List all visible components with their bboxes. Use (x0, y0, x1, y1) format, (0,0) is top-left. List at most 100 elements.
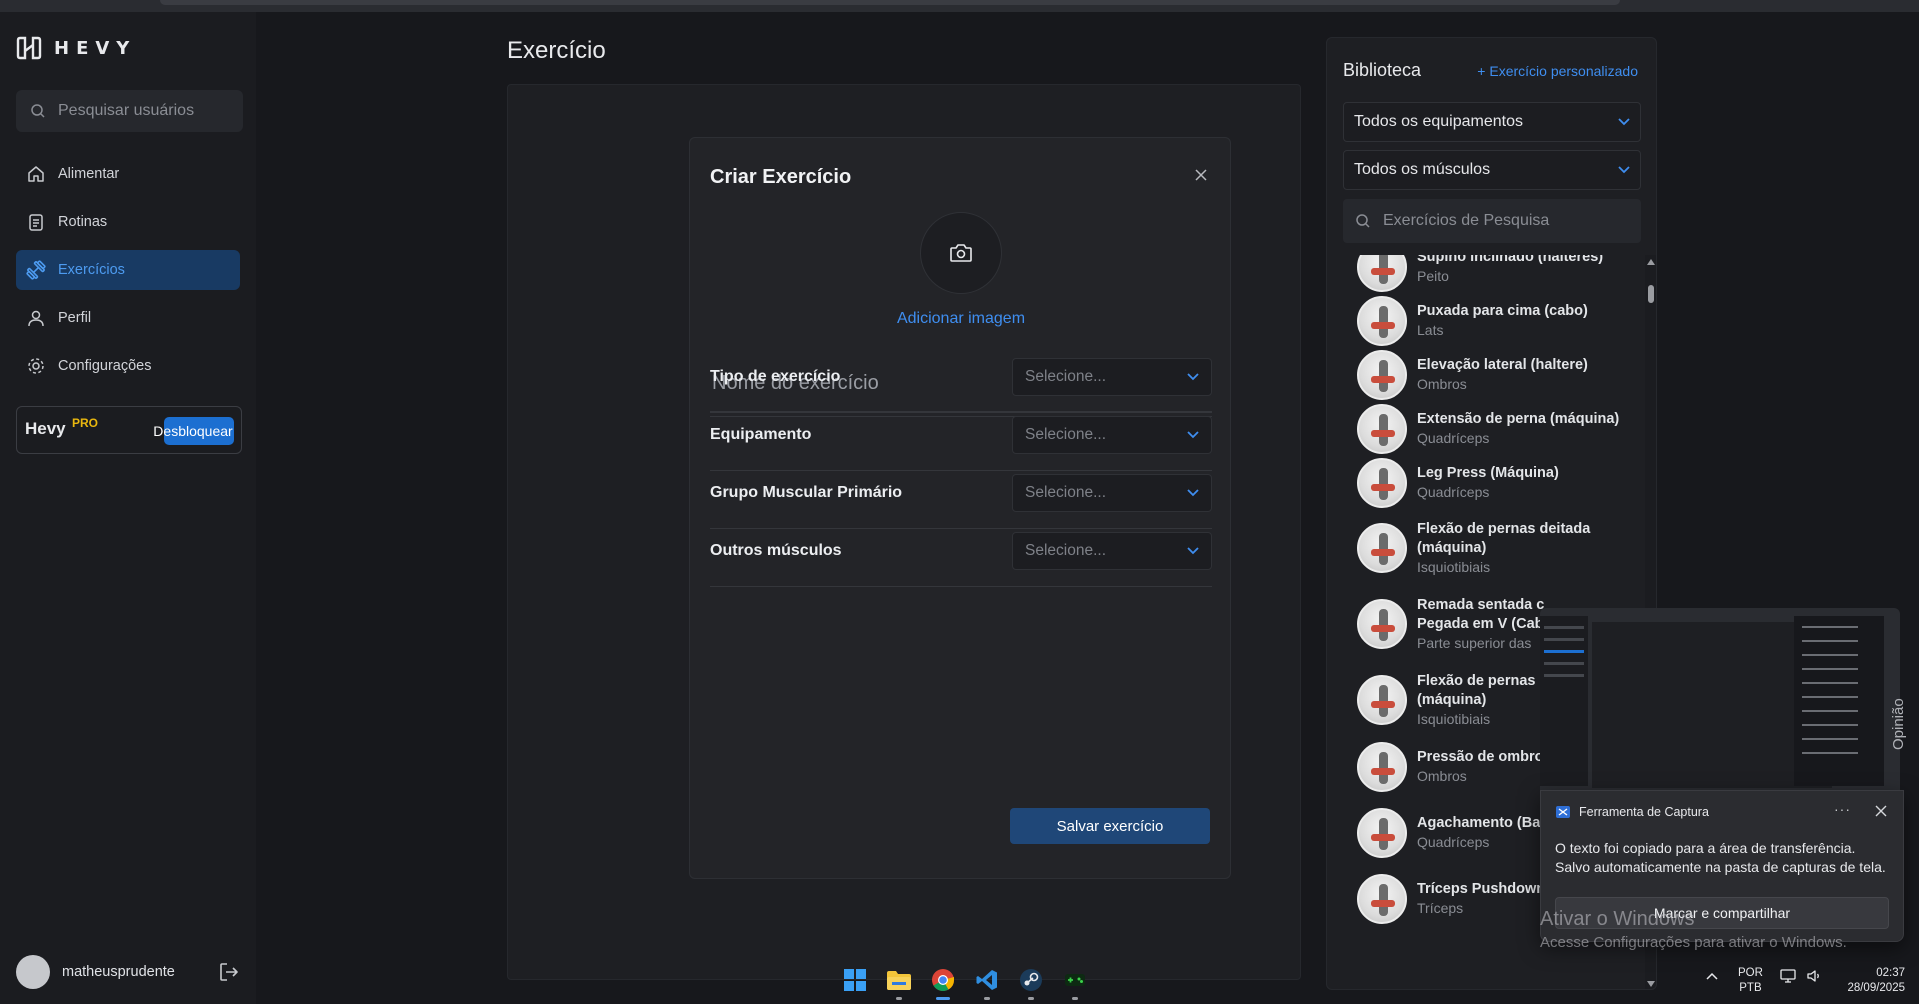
sidebar-item-exercises[interactable]: Exercícios (16, 250, 240, 290)
language-indicator[interactable]: POR PTB (1738, 966, 1763, 996)
exercise-name: Extensão de perna (máquina) (1417, 411, 1620, 427)
list-item[interactable]: Elevação lateral (haltere) Ombros (1357, 347, 1645, 403)
equipment-filter-select[interactable]: Todos os equipamentos (1343, 102, 1641, 142)
other-muscles-select[interactable]: Selecione... (1012, 532, 1212, 570)
sidebar-item-profile[interactable]: Perfil (16, 298, 240, 338)
list-item[interactable]: Supino inclinado (halteres) Peito (1357, 255, 1645, 295)
sidebar-item-label: Perfil (58, 310, 92, 326)
scroll-down-icon[interactable] (1647, 981, 1655, 987)
close-icon[interactable] (1194, 168, 1208, 182)
exercise-muscle: Ombros (1417, 768, 1467, 784)
feedback-tab[interactable]: Opinião (1890, 698, 1907, 750)
exercise-muscle: Ombros (1417, 376, 1467, 392)
sidebar-item-label: Alimentar (58, 166, 120, 182)
preview-line (1802, 710, 1858, 712)
scroll-thumb[interactable] (1648, 285, 1654, 303)
scroll-up-icon[interactable] (1647, 259, 1655, 265)
muscle-filter-select[interactable]: Todos os músculos (1343, 150, 1641, 190)
equipment-label: Equipamento (710, 426, 812, 443)
list-item[interactable]: Leg Press (Máquina) Quadríceps (1357, 455, 1645, 511)
notification-app: Ferramenta de Captura (1555, 805, 1709, 819)
more-options-icon[interactable]: ··· (1834, 801, 1851, 817)
create-exercise-modal: Criar Exercício Adicionar imagem Nome do… (689, 137, 1231, 879)
preview-line (1802, 752, 1858, 754)
sidebar: HEVY Pesquisar usuários Alimentar Rotina… (0, 12, 256, 1004)
save-exercise-button[interactable]: Salvar exercício (1010, 808, 1210, 844)
username[interactable]: matheusprudente (62, 964, 240, 980)
preview-line (1802, 724, 1858, 726)
muscle-filter-value: Todos os músculos (1354, 161, 1491, 178)
preview-line (1802, 640, 1858, 642)
pro-upsell-box: Hevy PRO Desbloquear (16, 406, 242, 454)
windows-start-icon[interactable] (840, 966, 870, 994)
notification-line2: Salvo automaticamente na pasta de captur… (1555, 859, 1886, 875)
pro-badge: PRO (72, 416, 99, 430)
preview-line (1802, 654, 1858, 656)
list-item[interactable]: Puxada para cima (cabo) Lats (1357, 293, 1645, 349)
vscode-icon[interactable] (972, 966, 1002, 1000)
chrome-icon[interactable] (928, 966, 958, 1000)
file-explorer-icon[interactable] (884, 966, 914, 1000)
windows-activation-subtitle: Acesse Configurações para ativar o Windo… (1540, 934, 1847, 951)
logo-text: HEVY (54, 37, 137, 59)
search-users-input[interactable]: Pesquisar usuários (16, 90, 243, 132)
user-icon (28, 310, 44, 327)
steam-logo-icon (1020, 969, 1042, 991)
network-icon[interactable] (1780, 968, 1796, 984)
chevron-down-icon (1187, 547, 1199, 555)
windows-activation-title: Ativar o Windows (1540, 908, 1695, 930)
sidebar-item-label: Rotinas (58, 214, 108, 230)
browser-top-strip (0, 0, 1919, 12)
unlock-button[interactable]: Desbloquear (153, 417, 234, 445)
preview-line (1802, 668, 1858, 670)
sidebar-item-routines[interactable]: Rotinas (16, 202, 240, 242)
sidebar-item-settings[interactable]: Configurações (16, 346, 240, 386)
search-users-placeholder: Pesquisar usuários (58, 102, 195, 119)
exercise-name: Supino inclinado (halteres) (1417, 255, 1604, 265)
exercise-name: Leg Press (Máquina) (1417, 465, 1559, 481)
list-item[interactable]: Flexão de pernas deitada (máquina) Isquiot… (1357, 513, 1645, 583)
logo[interactable]: HEVY (16, 36, 136, 60)
exercise-thumbnail (1357, 523, 1407, 573)
preview-line (1544, 650, 1584, 653)
select-value: Selecione... (1025, 368, 1106, 385)
clock-time: 02:37 (1876, 967, 1905, 979)
exercise-muscle: Quadríceps (1417, 430, 1490, 446)
equipment-select[interactable]: Selecione... (1012, 416, 1212, 454)
steam-icon[interactable] (1016, 966, 1046, 1000)
logout-icon[interactable] (218, 961, 240, 983)
select-value: Selecione... (1025, 426, 1106, 443)
add-image-link[interactable]: Adicionar imagem (690, 310, 1232, 328)
clipboard-icon (29, 214, 43, 231)
sidebar-item-feed[interactable]: Alimentar (16, 154, 240, 194)
preview-line (1544, 662, 1584, 665)
list-item[interactable]: Extensão de perna (máquina) Quadríceps (1357, 401, 1645, 457)
volume-icon[interactable] (1806, 968, 1822, 984)
keyboard-layout: PTB (1739, 982, 1762, 994)
user-row: matheusprudente (16, 954, 240, 990)
custom-exercise-link[interactable]: + Exercício personalizado (1477, 63, 1638, 79)
snipping-tool-icon (1556, 806, 1570, 818)
close-icon[interactable] (1875, 805, 1887, 817)
clock[interactable]: 02:37 28/09/2025 (1835, 966, 1905, 996)
add-image-button[interactable] (920, 212, 1002, 294)
chevron-up-icon[interactable] (1706, 972, 1718, 980)
game-app-icon[interactable] (1060, 966, 1090, 1000)
sidebar-item-label: Exercícios (58, 262, 125, 278)
avatar[interactable] (16, 955, 50, 989)
preview-line (1544, 626, 1584, 629)
exercise-muscle: Peito (1417, 268, 1449, 284)
exercise-name: Elevação lateral (haltere) (1417, 357, 1588, 373)
notification-app-name: Ferramenta de Captura (1579, 805, 1709, 819)
other-muscles-row: Outros músculos Selecione... (710, 516, 1212, 587)
exercise-type-select[interactable]: Selecione... (1012, 358, 1212, 396)
chrome-logo-icon (932, 969, 954, 991)
exercise-search-input[interactable]: Exercícios de Pesquisa (1343, 199, 1641, 243)
capture-preview-thumbnail[interactable] (1540, 608, 1900, 790)
exercise-name-line2: (máquina) (1417, 691, 1487, 708)
pro-label: Hevy (25, 419, 66, 438)
chevron-down-icon (1187, 431, 1199, 439)
other-muscles-label: Outros músculos (710, 542, 842, 559)
primary-muscle-select[interactable]: Selecione... (1012, 474, 1212, 512)
exercise-muscle: Quadríceps (1417, 834, 1490, 850)
